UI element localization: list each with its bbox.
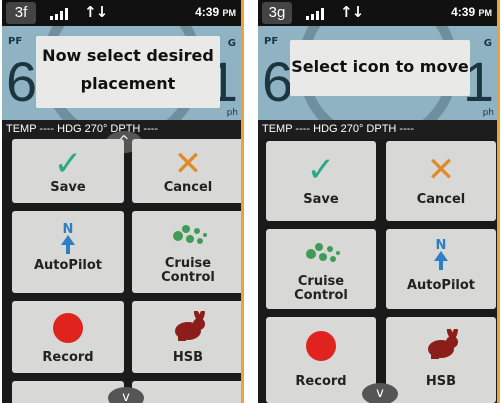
clock-time: 4:39: [195, 5, 220, 19]
cancel-label: Cancel: [163, 180, 213, 195]
speed-digit-left: 6: [262, 50, 294, 113]
speed-unit: ph: [226, 108, 238, 118]
cruise-control-button[interactable]: Cruise Control: [132, 211, 244, 293]
checkmark-icon: ✓: [53, 144, 83, 184]
signal-icon: [50, 8, 68, 20]
record-icon: [53, 313, 83, 343]
cruise-label-line-2: Control: [294, 288, 348, 303]
gauge-tag-left: PF: [264, 36, 279, 47]
step-label: 3g: [262, 2, 292, 24]
accent-edge: [241, 0, 244, 403]
record-button[interactable]: Record: [12, 301, 124, 373]
next-row-tile-left[interactable]: [12, 381, 124, 403]
accent-edge: [497, 0, 500, 403]
data-transfer-icon: ↑↓: [340, 3, 364, 21]
rabbit-icon: [428, 329, 458, 359]
checkmark-icon: ✓: [306, 150, 336, 190]
clock-suffix: PM: [222, 8, 237, 18]
speed-digit-left: 6: [6, 50, 38, 113]
save-button[interactable]: ✓ Save: [12, 139, 124, 203]
record-label: Record: [295, 374, 347, 389]
cruise-control-icon: [306, 243, 340, 262]
save-label: Save: [50, 180, 86, 195]
cruise-control-button[interactable]: Cruise Control: [266, 229, 376, 309]
cruise-label-line-1: Cruise: [164, 256, 212, 271]
popup-line-1: Now select desired: [42, 46, 214, 65]
cruise-label-line-2: Control: [161, 270, 215, 285]
info-bar: TEMP ---- HDG 270° DPTH ----: [258, 120, 500, 139]
record-label: Record: [42, 350, 94, 365]
cross-icon: ✕: [173, 144, 203, 184]
hsb-label: HSB: [425, 374, 457, 389]
speed-unit: ph: [482, 108, 494, 118]
autopilot-label: AutoPilot: [33, 258, 103, 273]
cruise-label-line-1: Cruise: [297, 274, 345, 289]
hsb-label: HSB: [172, 350, 204, 365]
status-bar: 3f ↑↓ 4:39 PM: [2, 0, 244, 26]
record-icon: [306, 331, 336, 361]
save-label: Save: [303, 192, 339, 207]
next-row-tile-right[interactable]: [132, 381, 244, 403]
shortcut-grid: ^ ✓ Save ✕ Cancel N AutoPilot Cruise Con…: [2, 131, 244, 403]
status-bar: 3g ↑↓ 4:39 PM: [258, 0, 500, 26]
rabbit-icon: [175, 311, 205, 341]
gauge-tag-right: G: [227, 38, 236, 49]
step-label: 3f: [6, 2, 36, 24]
hsb-button[interactable]: HSB: [386, 317, 496, 403]
gauge-tag-right: G: [483, 38, 492, 49]
shortcut-grid: ✓ Save ✕ Cancel Cruise Control N AutoPil…: [258, 139, 500, 403]
save-button[interactable]: ✓ Save: [266, 141, 376, 221]
clock-time: 4:39: [451, 5, 476, 19]
cross-icon: ✕: [426, 150, 456, 190]
hsb-button[interactable]: HSB: [132, 301, 244, 373]
autopilot-button[interactable]: N AutoPilot: [12, 211, 124, 293]
cancel-label: Cancel: [416, 192, 466, 207]
instruction-popup: Select icon to move: [290, 40, 470, 96]
autopilot-north-icon: N: [61, 222, 75, 254]
popup-line-2: placement: [80, 74, 176, 93]
cancel-button[interactable]: ✕ Cancel: [132, 139, 244, 203]
scroll-down-button[interactable]: v: [362, 383, 398, 403]
cruise-control-icon: [173, 225, 207, 244]
svg-text:N: N: [63, 222, 74, 237]
data-transfer-icon: ↑↓: [84, 3, 108, 21]
signal-icon: [306, 8, 324, 20]
cancel-button[interactable]: ✕ Cancel: [386, 141, 496, 221]
phone-screen-3f: 3f ↑↓ 4:39 PM PF G 6 1 ph Now select des…: [2, 0, 244, 403]
phone-screen-3g: 3g ↑↓ 4:39 PM PF G 6 1 ph Select icon to…: [258, 0, 500, 403]
instruction-popup: Now select desired placement: [36, 36, 220, 108]
autopilot-label: AutoPilot: [406, 278, 476, 293]
autopilot-north-icon: N: [434, 238, 448, 270]
gauge-tag-left: PF: [8, 36, 23, 47]
svg-text:N: N: [436, 238, 447, 253]
autopilot-button[interactable]: N AutoPilot: [386, 229, 496, 309]
scroll-down-button[interactable]: v: [108, 387, 144, 403]
clock-suffix: PM: [478, 8, 493, 18]
record-button[interactable]: Record: [266, 317, 376, 403]
clock: 4:39 PM: [451, 5, 492, 19]
clock: 4:39 PM: [195, 5, 236, 19]
